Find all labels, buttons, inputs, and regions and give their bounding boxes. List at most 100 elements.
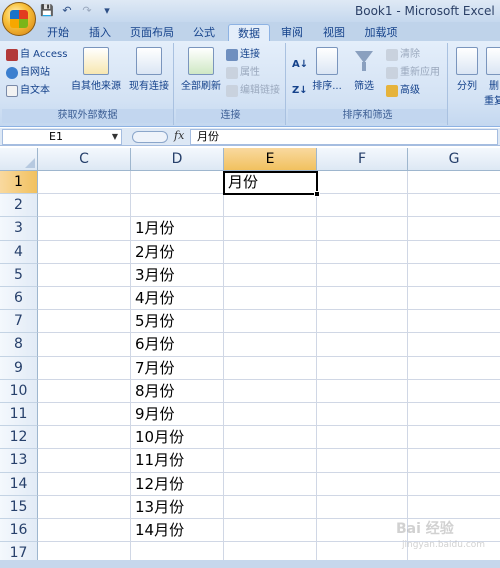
row-header[interactable]: 6 — [0, 287, 38, 311]
other-sources-icon — [83, 47, 109, 75]
advanced-filter-button[interactable]: 高级 — [386, 83, 420, 99]
column-header-g[interactable]: G — [408, 148, 500, 171]
connections-button[interactable]: 连接 — [226, 47, 260, 63]
tab-home[interactable]: 开始 — [38, 24, 78, 42]
row-header[interactable]: 14 — [0, 472, 38, 496]
existing-connections-label: 现有连接 — [129, 81, 169, 92]
office-button[interactable] — [2, 2, 36, 36]
office-logo-icon — [10, 10, 28, 28]
select-all-button[interactable] — [0, 148, 38, 171]
active-cell-selection[interactable] — [223, 171, 320, 197]
formula-controls[interactable] — [132, 131, 168, 143]
baidu-jingyan-watermark: Bai 经验 jingyan.baidu.com — [378, 510, 496, 562]
formula-input[interactable]: 月份 — [190, 129, 498, 145]
clear-icon — [386, 49, 398, 61]
text-file-icon — [6, 85, 18, 97]
cell-d[interactable]: 3月份 — [131, 264, 175, 287]
cell-d[interactable]: 4月份 — [131, 287, 175, 310]
row-header[interactable]: 10 — [0, 379, 38, 403]
cell-d[interactable]: 8月份 — [131, 380, 175, 403]
tab-review[interactable]: 审阅 — [274, 24, 310, 42]
advanced-label: 高级 — [400, 85, 420, 96]
group-label-sort-filter: 排序和筛选 — [288, 109, 447, 123]
cell-d[interactable]: 14月份 — [131, 519, 184, 542]
properties-button[interactable]: 属性 — [226, 65, 260, 81]
sort-desc-button[interactable]: Z↓ — [292, 83, 308, 99]
row-header[interactable]: 8 — [0, 333, 38, 357]
row-header[interactable]: 13 — [0, 449, 38, 473]
existing-connections-button[interactable]: 现有连接 — [126, 47, 172, 92]
cell-d[interactable]: 10月份 — [131, 426, 184, 449]
cell-d[interactable]: 9月份 — [131, 403, 175, 426]
group-data-tools: 分列 删 重复 — [450, 43, 500, 125]
redo-icon[interactable]: ↷ — [80, 4, 94, 18]
column-header-f[interactable]: F — [317, 148, 408, 171]
existing-connections-icon — [136, 47, 162, 75]
sort-button[interactable]: 排序... — [310, 47, 344, 92]
group-external-data: 自 Access 自网站 自文本 自其他来源 现有连接 获取外部数据 — [2, 43, 174, 125]
tab-formulas[interactable]: 公式 — [184, 24, 224, 42]
refresh-all-button[interactable]: 全部刷新 — [178, 47, 224, 92]
ribbon: 自 Access 自网站 自文本 自其他来源 现有连接 获取外部数据 全部刷新 … — [0, 41, 500, 127]
tab-insert[interactable]: 插入 — [82, 24, 118, 42]
from-text-button[interactable]: 自文本 — [6, 83, 50, 99]
from-text-label: 自文本 — [20, 85, 50, 96]
tab-addins[interactable]: 加载项 — [358, 24, 404, 42]
reapply-button[interactable]: 重新应用 — [386, 65, 440, 81]
text-to-columns-button[interactable]: 分列 — [452, 47, 482, 92]
filter-button[interactable]: 筛选 — [348, 47, 380, 92]
row-header[interactable]: 12 — [0, 426, 38, 450]
from-access-button[interactable]: 自 Access — [6, 47, 67, 63]
row-header[interactable]: 5 — [0, 263, 38, 287]
tab-page-layout[interactable]: 页面布局 — [124, 24, 180, 42]
cell-d[interactable]: 2月份 — [131, 241, 175, 264]
cell-d[interactable]: 11月份 — [131, 449, 184, 472]
row-header[interactable]: 15 — [0, 495, 38, 519]
function-area: fx — [128, 129, 188, 145]
tab-data[interactable]: 数据 — [228, 24, 270, 42]
save-icon[interactable]: 💾 — [40, 4, 54, 18]
filter-icon — [353, 47, 375, 75]
advanced-filter-icon — [386, 85, 398, 97]
sort-dialog-icon — [316, 47, 338, 75]
from-web-button[interactable]: 自网站 — [6, 65, 50, 81]
column-header-c[interactable]: C — [38, 148, 131, 171]
quick-access-toolbar: 💾 ↶ ↷ ▾ — [40, 3, 114, 19]
row-header[interactable]: 7 — [0, 310, 38, 334]
spreadsheet-grid: C D E F G 1 2 3 4 5 6 7 8 9 10 11 12 13 14 15 16 17 1月份 2… — [0, 148, 500, 568]
cell-d[interactable]: 7月份 — [131, 357, 175, 380]
cell-d[interactable]: 5月份 — [131, 310, 175, 333]
edit-links-button[interactable]: 编辑链接 — [226, 83, 280, 99]
row-gridline — [38, 309, 500, 311]
cell-d[interactable]: 1月份 — [131, 217, 175, 240]
column-header-e[interactable]: E — [224, 148, 317, 171]
text-to-columns-icon — [456, 47, 478, 75]
row-header[interactable]: 16 — [0, 519, 38, 543]
cell-d[interactable]: 12月份 — [131, 473, 184, 496]
row-header[interactable]: 1 — [0, 171, 38, 195]
sort-asc-button[interactable]: A↓ — [292, 57, 308, 73]
name-box[interactable]: E1 ▼ — [2, 129, 122, 145]
undo-icon[interactable]: ↶ — [60, 4, 74, 18]
column-gridline — [316, 171, 317, 568]
chevron-down-icon[interactable]: ▼ — [112, 130, 118, 144]
reapply-icon — [386, 67, 398, 79]
row-header[interactable]: 3 — [0, 217, 38, 241]
customize-icon[interactable]: ▾ — [100, 4, 114, 18]
row-header[interactable]: 2 — [0, 194, 38, 218]
row-header[interactable]: 4 — [0, 240, 38, 264]
row-gridline — [38, 262, 500, 264]
other-sources-button[interactable]: 自其他来源 — [68, 47, 124, 92]
cell-d[interactable]: 13月份 — [131, 496, 184, 519]
cell-d[interactable]: 6月份 — [131, 333, 175, 356]
clear-filter-button[interactable]: 清除 — [386, 47, 420, 63]
from-access-label: 自 Access — [20, 49, 68, 60]
remove-duplicates-button[interactable]: 删 重复 — [484, 47, 500, 107]
group-connections: 全部刷新 连接 属性 编辑链接 连接 — [176, 43, 286, 125]
column-header-d[interactable]: D — [131, 148, 224, 171]
row-header[interactable]: 9 — [0, 356, 38, 380]
tab-view[interactable]: 视图 — [316, 24, 352, 42]
row-header[interactable]: 11 — [0, 403, 38, 427]
fill-handle[interactable] — [314, 191, 320, 197]
insert-function-icon[interactable]: fx — [174, 129, 184, 142]
